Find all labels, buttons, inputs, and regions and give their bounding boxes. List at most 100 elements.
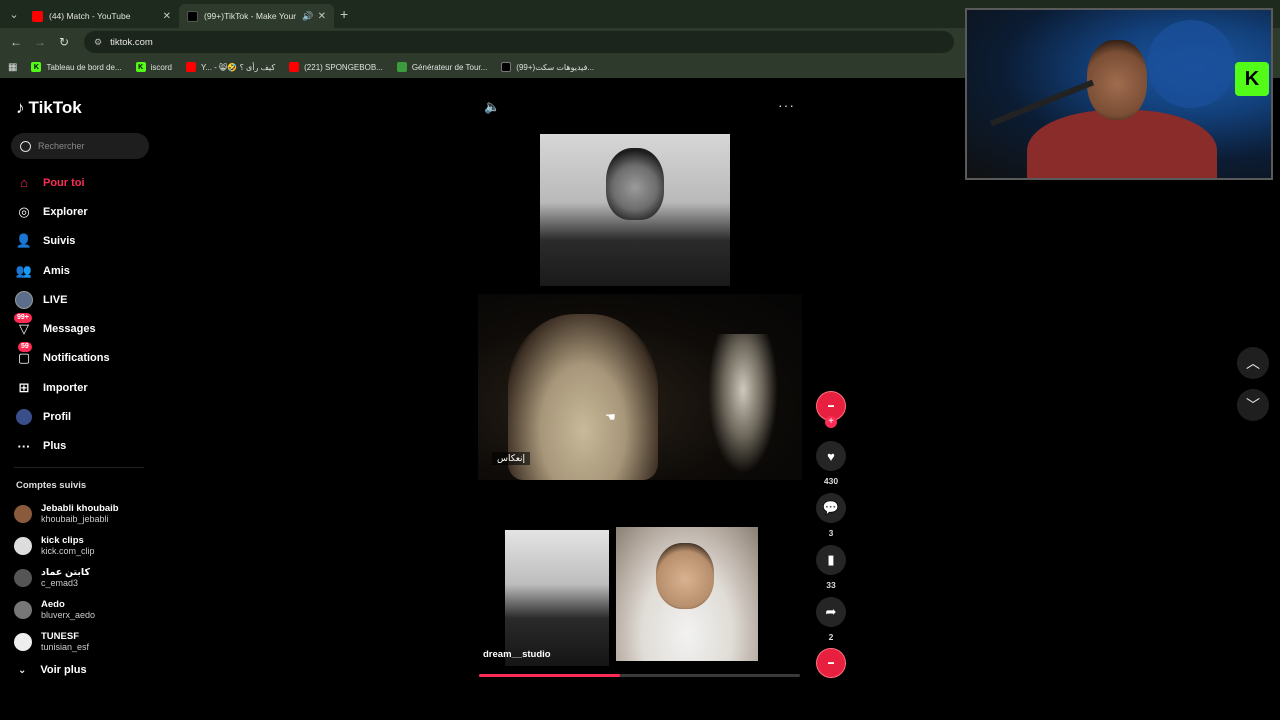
account-name: كابتن عماد [41,567,91,578]
hand-cursor-icon: ☚ [605,410,616,424]
video-frame-portrait [540,134,730,286]
sidebar: ♪ TikTok Rechercher ⌂ Pour toi ◎ Explore… [0,80,160,720]
bookmark-item[interactable]: Générateur de Tour... [396,62,488,72]
bookmark-item[interactable]: K Tableau de bord de... [31,62,122,72]
save-button[interactable]: ▮ 33 [816,545,846,590]
save-count: 33 [826,580,836,590]
webcam-overlay: K [965,8,1273,180]
account-name: Aedo [41,599,65,610]
nav-label: Plus [43,440,67,453]
speaker-icon[interactable]: 🔊 [302,11,313,22]
tab-tiktok[interactable]: (99+)TikTok - Make Your Da 🔊 ✕ [179,4,334,28]
nav-item-amis[interactable]: 👥 Amis [14,256,110,285]
nav-item-messages[interactable]: ▽ 99+ Messages [14,313,110,343]
compass-icon: ◎ [18,203,30,219]
account-item[interactable]: Jebabli khoubaib khoubaib_jebabli [14,498,119,530]
bookmark-label: (99+)فيديوهات سكت... [516,62,595,72]
avatar [14,601,32,619]
site-info-icon[interactable]: ⚙ [94,37,102,48]
nav-label: Messages [43,323,96,336]
tiktok-note-icon: ♪ [16,98,25,117]
comment-icon: 💬 [816,493,846,523]
nav-item-importer[interactable]: ⊞ Importer [14,373,110,402]
search-placeholder: Rechercher [38,141,85,151]
nav-label: LIVE [43,293,68,306]
more-icon: ··· [17,438,31,454]
kick-icon: K [135,62,146,72]
video-progress-bar[interactable] [479,674,800,677]
nav-label: Suivis [43,235,76,248]
kick-logo: K [1235,62,1269,96]
account-handle: khoubaib_jebabli [41,514,109,524]
nav-label: Explorer [43,205,88,218]
see-more-label: Voir plus [40,664,87,676]
tab-search-icon[interactable]: ⌄ [4,4,24,24]
nav-item-explorer[interactable]: ◎ Explorer [14,197,110,226]
nav-item-live[interactable]: LIVE [14,285,110,314]
like-count: 430 [823,476,839,486]
account-item[interactable]: Aedo bluverx_aedo [14,594,119,626]
like-button[interactable]: ♥ 430 [816,441,846,486]
follow-plus-icon[interactable]: + [825,416,837,428]
bookmark-item[interactable]: Y... - 😸🤣 كيف رأى ؟ [185,62,276,72]
share-count: 2 [828,632,834,642]
messages-badge: 99+ [14,313,32,324]
nav-list: ⌂ Pour toi ◎ Explorer 👤 Suivis 👥 Amis LI… [14,168,110,461]
youtube-icon [32,10,43,22]
progress-fill [479,674,621,677]
bookmark-label: Générateur de Tour... [411,62,488,72]
close-icon[interactable]: ✕ [318,11,326,22]
forward-icon[interactable]: → [28,35,52,49]
video-author[interactable]: dream__studio [483,649,551,660]
new-tab-button[interactable]: + [340,6,348,22]
chevron-down-icon[interactable]: ﹀ [1237,389,1269,421]
more-options-icon[interactable]: ··· [778,97,795,113]
avatar [14,633,32,651]
account-handle: bluverx_aedo [41,610,96,620]
bookmark-item[interactable]: Kiscord [135,62,172,72]
following-accounts-title: Comptes suivis [16,480,87,491]
apps-icon[interactable]: ▦ [8,62,17,73]
tab-title: (44) Match - YouTube [49,11,131,21]
tab-youtube[interactable]: (44) Match - YouTube ✕ [24,4,179,28]
close-icon[interactable]: ✕ [163,11,171,22]
logo-text: TikTok [28,98,82,117]
chevron-up-icon[interactable]: ︿ [1237,347,1269,379]
messages-icon: ▽ 99+ [14,313,34,339]
account-handle: c_emad3 [41,578,79,588]
video-frame-guest [616,527,758,661]
search-icon [20,140,31,152]
nav-item-plus[interactable]: ··· Plus [14,432,110,461]
reload-icon[interactable]: ↻ [52,35,76,49]
avatar [14,569,32,587]
bookmark-item[interactable]: (99+)فيديوهات سكت... [501,62,594,72]
bookmark-item[interactable]: (221) SPONGEBOB... [289,62,383,72]
nav-item-pour-toi[interactable]: ⌂ Pour toi [14,168,110,197]
account-item[interactable]: TUNESF tunisian_esf [14,626,119,658]
account-item[interactable]: كابتن عماد c_emad3 [14,562,119,594]
bookmark-icon: ▮ [816,545,846,575]
account-name: kick clips [41,535,84,546]
back-icon[interactable]: ← [4,35,28,49]
music-disc-icon[interactable]: ▬ [816,648,846,678]
share-button[interactable]: ➦ 2 [816,597,846,642]
volume-icon[interactable]: 🔈 [484,99,500,115]
nav-item-profil[interactable]: Profil [14,402,110,431]
nav-item-suivis[interactable]: 👤 Suivis [14,227,110,256]
see-more-button[interactable]: ⌄ Voir plus [18,664,87,676]
bookmark-label: Y... - 😸🤣 كيف رأى ؟ [200,62,276,72]
youtube-icon [289,62,300,72]
nav-label: Profil [43,411,72,424]
video-frame-singer [505,530,609,666]
account-item[interactable]: kick clips kick.com_clip [14,530,119,562]
chevron-down-icon: ⌄ [18,664,27,676]
efootball-logo [1147,20,1235,108]
tiktok-logo[interactable]: ♪ TikTok [16,98,82,118]
home-icon: ⌂ [20,175,28,191]
nav-item-notifications[interactable]: ▢ 59 Notifications [14,342,110,373]
comment-button[interactable]: 💬 3 [816,493,846,538]
tiktok-icon [501,62,512,72]
youtube-icon [185,62,196,72]
search-input[interactable]: Rechercher [11,133,149,159]
url-field[interactable]: ⚙ tiktok.com [84,31,954,53]
